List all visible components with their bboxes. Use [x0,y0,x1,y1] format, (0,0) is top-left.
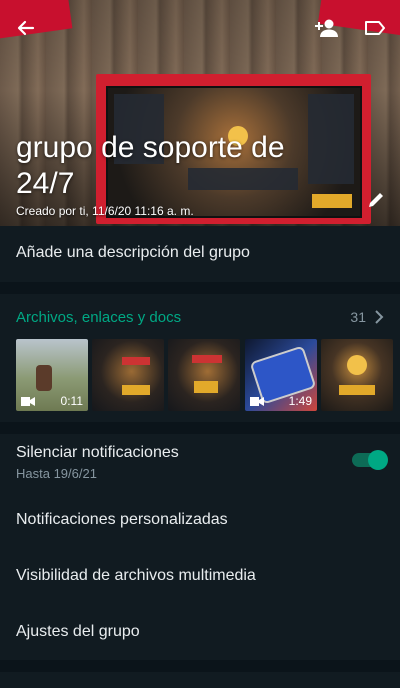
toggle-knob [368,450,388,470]
video-duration: 0:11 [60,394,83,408]
media-section: Archivos, enlaces y docs 31 0:11 1:49 [0,294,400,422]
group-header-image: grupo de soporte de 24/7 Creado por ti, … [0,0,400,226]
video-camera-icon [21,397,35,406]
mute-toggle[interactable] [352,450,388,470]
add-participant-icon [315,19,338,37]
group-created-info: Creado por ti, 11/6/20 11:16 a. m. [16,204,194,218]
media-thumbnail[interactable] [168,339,240,411]
next-section-peek [0,672,400,688]
media-count[interactable]: 31 [350,309,366,325]
media-thumbnail[interactable]: 1:49 [245,339,317,411]
back-arrow-icon [17,20,35,36]
chevron-right-icon[interactable] [372,308,386,326]
add-description-link[interactable]: Añade una descripción del grupo [16,244,250,262]
mute-notifications-label[interactable]: Silenciar notificaciones [16,444,179,462]
label-button[interactable] [357,10,393,46]
add-participant-button[interactable] [308,10,344,46]
media-thumbnail[interactable]: 0:11 [16,339,88,411]
media-thumbnail[interactable] [92,339,164,411]
group-settings-item[interactable]: Ajustes del grupo [16,623,140,641]
video-duration: 1:49 [288,394,312,408]
media-section-title[interactable]: Archivos, enlaces y docs [16,309,181,326]
group-title: grupo de soporte de 24/7 [16,131,285,200]
back-button[interactable] [8,10,44,46]
edit-group-button[interactable] [360,184,392,216]
media-visibility-item[interactable]: Visibilidad de archivos multimedia [16,567,256,585]
media-thumbnail[interactable] [321,339,393,411]
mute-until-text: Hasta 19/6/21 [16,466,97,481]
group-description-section[interactable]: Añade una descripción del grupo [0,226,400,282]
video-camera-icon [250,397,264,406]
custom-notifications-item[interactable]: Notificaciones personalizadas [16,511,228,529]
label-icon [365,21,385,35]
edit-pencil-icon [369,193,383,207]
